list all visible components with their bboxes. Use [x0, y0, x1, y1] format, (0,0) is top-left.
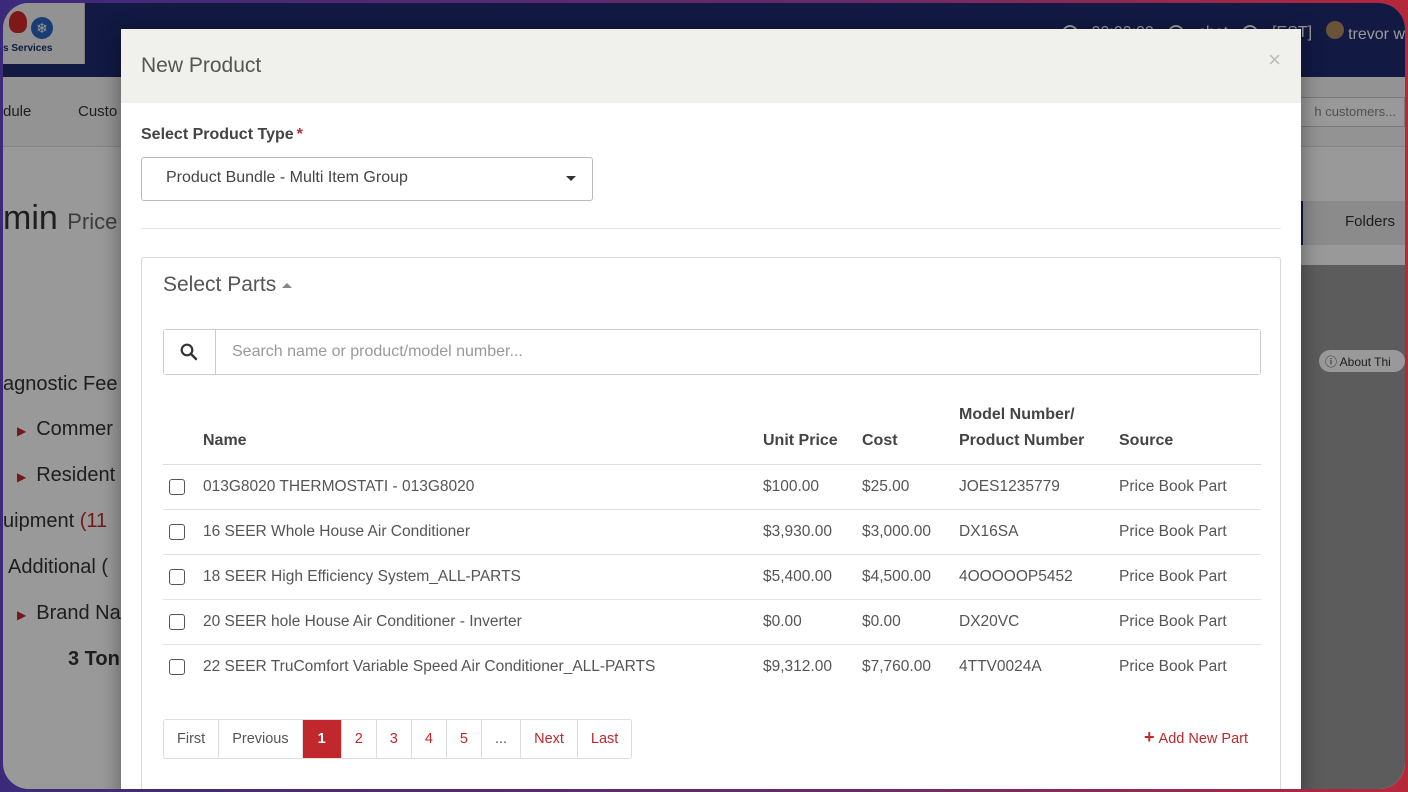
parts-search-input[interactable] — [216, 330, 1260, 374]
select-parts-toggle[interactable]: Select Parts — [163, 273, 293, 297]
cell-cost: $0.00 — [862, 599, 959, 645]
cell-cost: $3,000.00 — [862, 509, 959, 555]
cell-cost: $7,760.00 — [862, 658, 931, 676]
cell-unit-price: $3,930.00 — [763, 509, 862, 555]
header-name[interactable]: Name — [203, 402, 763, 465]
cell-cost: $25.00 — [862, 464, 959, 510]
row-checkbox[interactable] — [169, 613, 185, 630]
page-last[interactable]: Last — [578, 720, 631, 758]
page-3[interactable]: 3 — [377, 720, 412, 758]
cell-name: 013G8020 THERMOSTATI - 013G8020 — [203, 464, 763, 510]
cell-model: JOES1235779 — [959, 464, 1119, 510]
product-type-label-text: Select Product Type — [141, 126, 294, 143]
table-row[interactable]: 013G8020 THERMOSTATI - 013G8020 $100.00 … — [163, 464, 1261, 510]
header-select — [163, 402, 203, 465]
add-new-part-label: Add New Part — [1158, 731, 1248, 747]
cell-unit-price: $5,400.00 — [763, 554, 862, 600]
cell-name: 16 SEER Whole House Air Conditioner — [203, 509, 763, 555]
cell-model: 4TTV0024A — [959, 658, 1042, 676]
cell-unit-price: $9,312.00 — [763, 658, 832, 676]
divider — [141, 228, 1281, 229]
cell-name: 18 SEER High Efficiency System_ALL-PARTS — [203, 554, 763, 600]
page-first[interactable]: First — [164, 720, 220, 758]
row-checkbox[interactable] — [169, 478, 185, 495]
modal-title: New Product — [141, 54, 262, 77]
chevron-down-icon — [566, 176, 576, 181]
product-type-select[interactable]: Product Bundle - Multi Item Group — [141, 157, 593, 201]
page-1[interactable]: 1 — [302, 720, 342, 758]
add-new-part-button[interactable]: + Add New Part — [1144, 727, 1248, 748]
table-row[interactable]: 22 SEER TruComfort Variable Speed Air Co… — [163, 645, 1261, 690]
page-4[interactable]: 4 — [412, 720, 447, 758]
select-parts-title: Select Parts — [163, 273, 277, 296]
parts-search — [163, 329, 1261, 375]
new-product-modal: New Product × Select Product Type * Produ… — [121, 29, 1301, 789]
page-2[interactable]: 2 — [342, 720, 377, 758]
cell-source: Price Book Part — [1119, 554, 1261, 600]
row-checkbox[interactable] — [169, 659, 185, 676]
cell-source: Price Book Part — [1119, 658, 1227, 676]
header-cost[interactable]: Cost — [862, 402, 959, 465]
header-model-number[interactable]: Model Number/Product Number — [959, 402, 1119, 465]
table-row[interactable]: 20 SEER hole House Air Conditioner - Inv… — [163, 599, 1261, 645]
cell-source: Price Book Part — [1119, 599, 1261, 645]
page-next[interactable]: Next — [521, 720, 578, 758]
search-button[interactable] — [164, 330, 216, 374]
cell-source: Price Book Part — [1119, 464, 1261, 510]
modal-header: New Product × — [121, 29, 1301, 103]
pagination: First Previous 1 2 3 4 5 ... Next Last — [163, 719, 633, 759]
cell-source: Price Book Part — [1119, 509, 1261, 555]
cell-name: 22 SEER TruComfort Variable Speed Air Co… — [203, 658, 656, 676]
close-icon[interactable]: × — [1268, 47, 1281, 73]
page-5[interactable]: 5 — [447, 720, 482, 758]
header-unit-price[interactable]: Unit Price — [763, 402, 862, 465]
header-source[interactable]: Source — [1119, 402, 1261, 465]
product-type-label: Select Product Type * — [141, 126, 303, 144]
cell-model: DX16SA — [959, 509, 1119, 555]
plus-icon: + — [1144, 727, 1155, 747]
cell-cost: $4,500.00 — [862, 554, 959, 600]
table-header-row: Name Unit Price Cost Model Number/Produc… — [163, 402, 1261, 465]
page-previous[interactable]: Previous — [219, 720, 303, 758]
page-ellipsis: ... — [482, 720, 522, 758]
search-icon — [180, 343, 198, 361]
cell-unit-price: $0.00 — [763, 599, 862, 645]
required-mark: * — [296, 126, 303, 143]
cell-name: 20 SEER hole House Air Conditioner - Inv… — [203, 599, 763, 645]
table-row[interactable]: 16 SEER Whole House Air Conditioner $3,9… — [163, 509, 1261, 555]
window-frame: ❄ s Services 00:00:00 chat [EST] trevor … — [3, 3, 1405, 789]
cell-unit-price: $100.00 — [763, 464, 862, 510]
select-parts-panel: Select Parts Name Unit Price — [141, 257, 1281, 789]
cell-model: 4OOOOOP5452 — [959, 554, 1119, 600]
caret-up-icon — [282, 282, 293, 288]
row-checkbox[interactable] — [169, 523, 185, 540]
cell-model: DX20VC — [959, 599, 1119, 645]
row-checkbox[interactable] — [169, 568, 185, 585]
header-model-line2: Product Number — [959, 432, 1085, 449]
product-type-value: Product Bundle - Multi Item Group — [166, 169, 408, 186]
header-model-line1: Model Number/ — [959, 406, 1075, 423]
table-row[interactable]: 18 SEER High Efficiency System_ALL-PARTS… — [163, 554, 1261, 600]
parts-table: Name Unit Price Cost Model Number/Produc… — [163, 402, 1261, 690]
